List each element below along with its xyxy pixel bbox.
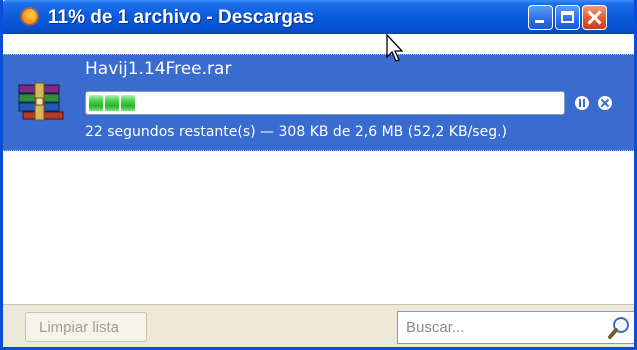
winrar-archive-icon	[18, 82, 64, 121]
firefox-icon	[20, 7, 39, 26]
search-input[interactable]	[398, 312, 598, 343]
progress-segment	[121, 95, 135, 111]
window-title: 11% de 1 archivo - Descargas	[48, 7, 315, 28]
maximize-button[interactable]	[555, 5, 580, 30]
search-icon[interactable]	[606, 315, 632, 341]
search-box[interactable]	[397, 311, 634, 344]
clear-list-button[interactable]: Limpiar lista	[25, 312, 147, 342]
close-icon	[583, 6, 606, 29]
maximize-icon	[561, 11, 574, 23]
download-progress-bar	[85, 91, 565, 115]
downloads-window: 11% de 1 archivo - Descargas Havij1.14Fr…	[0, 0, 637, 350]
minimize-icon	[535, 20, 544, 23]
pause-icon[interactable]	[575, 96, 589, 110]
title-bar[interactable]: 11% de 1 archivo - Descargas	[3, 0, 634, 34]
minimize-button[interactable]	[528, 5, 553, 30]
download-status: 22 segundos restante(s) — 308 KB de 2,6 …	[85, 124, 508, 140]
progress-segment	[89, 95, 103, 111]
mouse-cursor-icon	[386, 34, 404, 62]
cancel-icon[interactable]	[598, 96, 612, 110]
download-item[interactable]: Havij1.14Free.rar 22 segundos restante(s…	[3, 54, 634, 151]
progress-fill	[89, 95, 564, 111]
progress-segment	[105, 95, 119, 111]
download-list[interactable]: Havij1.14Free.rar 22 segundos restante(s…	[3, 34, 634, 304]
download-filename: Havij1.14Free.rar	[85, 59, 232, 79]
close-button[interactable]	[582, 5, 607, 30]
bottom-toolbar: Limpiar lista	[3, 304, 634, 347]
